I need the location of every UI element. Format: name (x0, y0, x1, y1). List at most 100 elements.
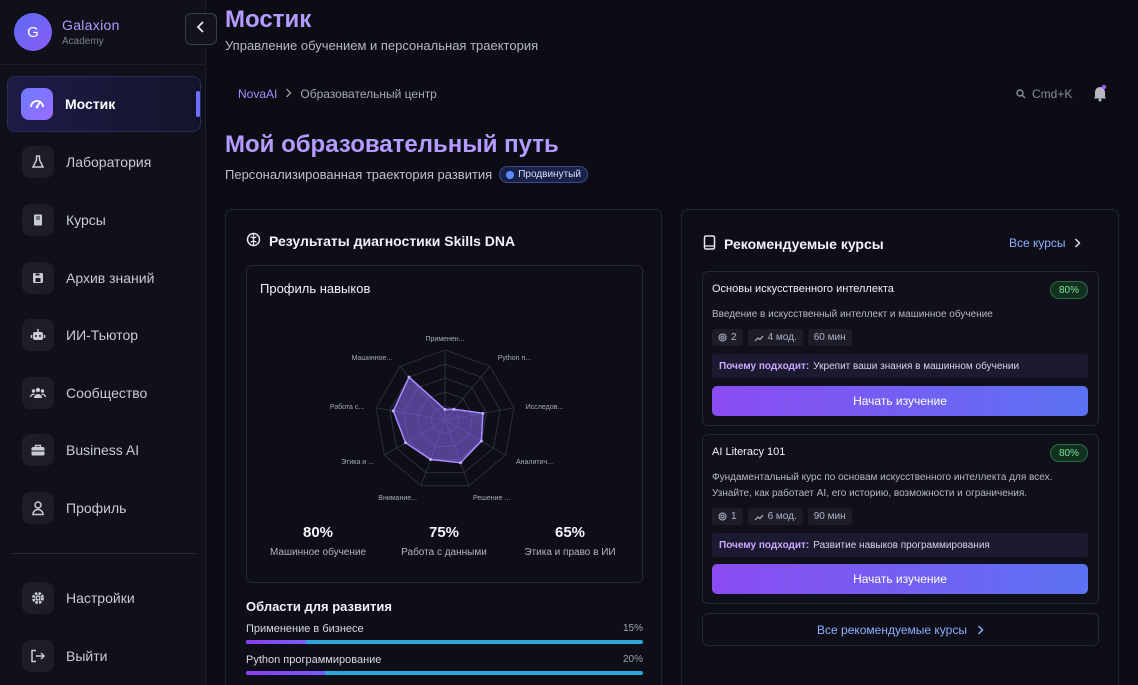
chevron-right-icon (1074, 238, 1081, 248)
recommended-title: Рекомендуемые курсы (703, 235, 884, 253)
search-icon (1016, 89, 1026, 99)
radar-axis-label: Машинное... (352, 355, 393, 362)
sidebar-item-settings[interactable]: Настройки (22, 578, 202, 618)
level-chip: 1 (712, 508, 743, 525)
section-heading: Мой образовательный путь (225, 131, 559, 158)
chevron-right-icon (285, 87, 292, 101)
sidebar-item-archive[interactable]: Архив знаний (22, 258, 202, 298)
stat-data: 75% Работа с данными (379, 524, 509, 558)
gear-icon (22, 582, 54, 614)
brain-icon (246, 232, 261, 250)
start-course-button[interactable]: Начать изучение (712, 386, 1088, 416)
bell-icon (1093, 84, 1107, 106)
notifications-button[interactable] (1093, 84, 1107, 107)
level-chip: 2 (712, 329, 743, 346)
brand-subtitle: Academy (62, 36, 104, 47)
sidebar-item-label: Архив знаний (66, 270, 155, 286)
save-icon (22, 262, 54, 294)
app: G Galaxion Academy Мостик Лаборатория Ку… (0, 0, 1138, 685)
modules-value: 6 мод. (767, 511, 797, 522)
all-courses-label: Все курсы (1009, 236, 1066, 250)
active-indicator (196, 91, 200, 117)
sidebar-item-profile[interactable]: Профиль (22, 488, 202, 528)
growth-area-label: Применение в бизнесе (246, 623, 364, 635)
growth-areas-title: Области для развития (246, 599, 392, 614)
stat-value: 75% (428, 524, 460, 541)
course-card[interactable]: Основы искусственного интеллекта 80% Вве… (702, 271, 1099, 426)
radar-axis-label: Применен... (426, 336, 465, 343)
sidebar-item-label: Настройки (66, 590, 135, 606)
all-courses-link[interactable]: Все курсы (1009, 236, 1081, 250)
stat-ethics: 65% Этика и право в ИИ (505, 524, 635, 558)
target-icon (718, 333, 727, 342)
badge-label: Продвинутый (518, 169, 581, 180)
all-recommended-button[interactable]: Все рекомендуемые курсы (702, 613, 1099, 646)
breadcrumb: NovaAI Образовательный центр (238, 87, 437, 101)
skills-profile-card: Профиль навыков Применен... Python п... Ис… (246, 265, 643, 583)
sidebar-item-bridge[interactable]: Мостик (7, 76, 201, 132)
sidebar-item-tutor[interactable]: ИИ-Тьютор (22, 315, 202, 355)
growth-area-bar-fill (246, 671, 326, 675)
growth-area-bar (246, 671, 643, 675)
search-button[interactable]: Cmd+K (1016, 87, 1072, 101)
why-fits-text: Развитие навыков программирования (813, 539, 990, 551)
radar-axis-label: Этика и ... (341, 459, 374, 466)
radar-data-point (479, 439, 483, 443)
growth-area-bar (246, 640, 643, 644)
sidebar-item-courses[interactable]: Курсы (22, 200, 202, 240)
sidebar-item-logout[interactable]: Выйти (22, 636, 202, 676)
radar-data-point (481, 411, 485, 415)
diagnostics-title-text: Результаты диагностики Skills DNA (269, 233, 516, 249)
radar-data-point (459, 461, 463, 465)
brand[interactable]: G Galaxion Academy (14, 13, 120, 51)
flask-icon (22, 146, 54, 178)
modules-chip: 6 мод. (747, 508, 803, 525)
search-shortcut: Cmd+K (1032, 87, 1073, 101)
growth-area-percent: 20% (622, 654, 643, 665)
growth-area-label: Python программирование (246, 654, 382, 666)
sidebar-item-community[interactable]: Сообщество (22, 373, 202, 413)
sidebar-item-business-ai[interactable]: Business AI (22, 430, 202, 470)
match-badge: 80% (1049, 281, 1088, 299)
sidebar-item-label: ИИ-Тьютор (66, 327, 139, 343)
start-course-button[interactable]: Начать изучение (712, 564, 1088, 594)
badge-dot (506, 170, 515, 179)
sidebar-item-label: Мостик (65, 96, 116, 112)
diagnostics-panel: Результаты диагностики Skills DNA Профил… (225, 209, 662, 685)
radar-data-point (443, 408, 447, 411)
sidebar-item-lab[interactable]: Лаборатория (22, 142, 202, 182)
why-fits: Почему подходит: Укрепит ваши знания в м… (712, 354, 1088, 378)
radar-axis-label: Python п... (498, 355, 531, 362)
section-subheading: Персонализированная траектория развития … (225, 166, 588, 183)
diagnostics-title: Результаты диагностики Skills DNA (246, 232, 515, 250)
radar-data-point (391, 409, 395, 413)
why-fits-text: Укрепит ваши знания в машинном обучении (813, 360, 1020, 372)
user-icon (22, 492, 54, 524)
growth-area-bar-fill (246, 640, 306, 644)
collapse-sidebar-button[interactable] (185, 13, 217, 45)
sidebar: G Galaxion Academy Мостик Лаборатория Ку… (0, 0, 206, 685)
level-badge: Продвинутый (499, 166, 588, 183)
growth-area-percent: 15% (622, 623, 643, 634)
growth-area-item: Python программирование 20% (246, 654, 643, 675)
modules-chip: 4 мод. (747, 329, 803, 346)
target-icon (718, 512, 727, 521)
radar-axis-label: Решение ... (473, 495, 510, 502)
course-meta: 1 6 мод. 90 мин (712, 508, 857, 525)
radar-data-point (407, 375, 411, 379)
breadcrumb-link[interactable]: NovaAI (238, 87, 277, 101)
book-icon (22, 204, 54, 236)
modules-value: 4 мод. (767, 332, 797, 343)
level-value: 1 (731, 511, 737, 522)
radar-data-area (392, 375, 484, 464)
skills-profile-title: Профиль навыков (260, 281, 371, 296)
radar-axis-label: Работа с... (330, 403, 364, 411)
why-fits-label: Почему подходит: (719, 539, 810, 551)
all-recommended-label: Все рекомендуемые курсы (817, 622, 967, 637)
chevron-left-icon (196, 20, 206, 38)
stat-value: 65% (554, 524, 586, 541)
sidebar-item-label: Сообщество (66, 385, 148, 401)
main-content: Мостик Управление обучением и персональн… (206, 0, 1138, 685)
course-card[interactable]: AI Literacy 101 80% Фундаментальный курс… (702, 434, 1099, 604)
growth-area-item: Применение в бизнесе 15% (246, 623, 643, 644)
